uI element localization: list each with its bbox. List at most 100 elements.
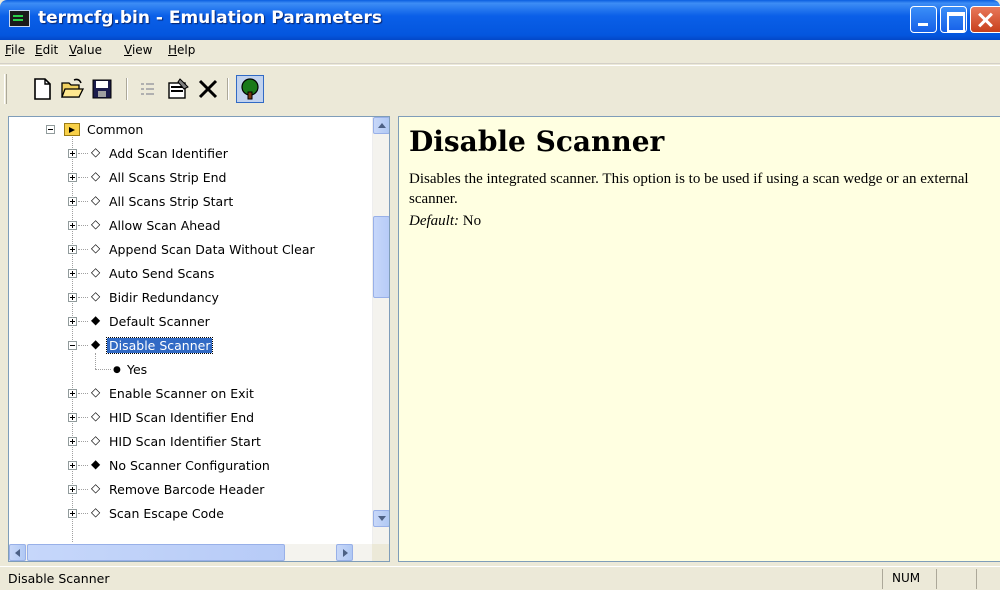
tree-connector (78, 513, 88, 514)
expand-icon[interactable] (68, 269, 77, 278)
tree-connector (95, 353, 96, 369)
tree-label: Auto Send Scans (109, 266, 215, 281)
expand-icon[interactable] (68, 509, 77, 518)
tree-connector (78, 225, 88, 226)
pane-splitter[interactable] (390, 116, 398, 562)
menu-file-rest: ile (11, 43, 26, 57)
tree-label: Enable Scanner on Exit (109, 386, 254, 401)
tree-label-selected: Disable Scanner (105, 337, 214, 354)
menu-edit-rest: dit (42, 43, 59, 57)
scroll-up-button[interactable] (373, 117, 389, 134)
window-title: termcfg.bin - Emulation Parameters (38, 8, 382, 28)
expand-icon[interactable] (68, 293, 77, 302)
tree-connector (78, 441, 88, 442)
hollow-diamond-icon: ◇ (91, 433, 101, 447)
properties-icon[interactable] (166, 77, 190, 101)
menu-view[interactable]: View (124, 43, 152, 57)
menu-bar: File Edit Value View Help (0, 40, 1000, 64)
expand-icon[interactable] (68, 197, 77, 206)
list-icon[interactable] (136, 77, 160, 101)
menu-edit[interactable]: Edit (35, 43, 58, 57)
tree-label: HID Scan Identifier Start (109, 434, 261, 449)
expand-icon[interactable] (68, 485, 77, 494)
collapse-icon[interactable] (46, 125, 55, 134)
tree-connector (95, 369, 111, 370)
expand-icon[interactable] (68, 149, 77, 158)
filled-diamond-icon: ◆ (91, 313, 101, 327)
tree-label: Common (87, 122, 144, 137)
tree-connector (78, 297, 88, 298)
tree-connector (78, 393, 88, 394)
expand-icon[interactable] (68, 221, 77, 230)
terminal-app-icon[interactable] (9, 10, 30, 27)
scroll-right-button[interactable] (336, 544, 353, 561)
tree-label: Remove Barcode Header (109, 482, 265, 497)
status-panel-divider (882, 569, 883, 589)
status-text: Disable Scanner (8, 571, 110, 586)
new-file-icon[interactable] (30, 77, 54, 101)
tree-connector (78, 417, 88, 418)
collapse-icon[interactable] (68, 341, 77, 350)
menu-value[interactable]: Value (69, 43, 102, 57)
tree-label: Append Scan Data Without Clear (109, 242, 315, 257)
toolbar-separator (126, 78, 128, 100)
tree-view-icon[interactable] (236, 75, 264, 103)
filled-diamond-icon: ◆ (91, 457, 101, 471)
menu-view-accel: V (124, 43, 132, 57)
tree-connector (78, 321, 88, 322)
expand-icon[interactable] (68, 245, 77, 254)
tree-label: All Scans Strip Start (109, 194, 234, 209)
menu-help[interactable]: Help (168, 43, 195, 57)
hollow-diamond-icon: ◇ (91, 289, 101, 303)
tree-child-label: Yes (127, 362, 148, 377)
scroll-left-button[interactable] (9, 544, 26, 561)
expand-icon[interactable] (68, 413, 77, 422)
delete-icon[interactable] (196, 77, 220, 101)
status-panel-divider-3 (976, 569, 977, 589)
hollow-diamond-icon: ◇ (91, 481, 101, 495)
tree-connector (78, 201, 88, 202)
save-icon[interactable] (90, 77, 114, 101)
hollow-diamond-icon: ◇ (91, 505, 101, 519)
tree-vertical-scrollbar[interactable] (372, 117, 389, 545)
expand-icon[interactable] (68, 437, 77, 446)
tree-label: Default Scanner (109, 314, 210, 329)
help-title: Disable Scanner (409, 125, 665, 158)
maximize-button[interactable] (940, 6, 967, 33)
tree-label: No Scanner Configuration (109, 458, 270, 473)
scroll-down-button[interactable] (373, 510, 389, 527)
status-num-indicator: NUM (892, 571, 921, 585)
tree-horizontal-scrollbar[interactable] (9, 544, 373, 561)
hollow-diamond-icon: ◇ (91, 385, 101, 399)
menu-help-rest: elp (177, 43, 196, 57)
minimize-button[interactable] (910, 6, 937, 33)
tree-label: Add Scan Identifier (109, 146, 228, 161)
hollow-diamond-icon: ◇ (91, 169, 101, 183)
help-default: Default: No (409, 213, 481, 230)
tree-connector (78, 465, 88, 466)
scroll-thumb[interactable] (373, 216, 389, 298)
filled-diamond-icon: ◆ (91, 337, 101, 351)
title-bar[interactable]: termcfg.bin - Emulation Parameters (0, 0, 1000, 40)
expand-icon[interactable] (68, 317, 77, 326)
expand-icon[interactable] (68, 173, 77, 182)
hollow-diamond-icon: ◇ (91, 145, 101, 159)
application-window: termcfg.bin - Emulation Parameters File … (0, 0, 1000, 590)
open-folder-icon[interactable] (60, 77, 85, 101)
expand-icon[interactable] (68, 461, 77, 470)
folder-icon (64, 123, 80, 136)
status-panel-divider-2 (936, 569, 937, 589)
horizontal-scroll-thumb[interactable] (27, 544, 285, 561)
tree-label: Bidir Redundancy (109, 290, 219, 305)
menu-value-rest: alue (76, 43, 102, 57)
close-button[interactable] (970, 6, 1000, 33)
hollow-diamond-icon: ◇ (91, 217, 101, 231)
tree-pane[interactable]: Common ◇ Add Scan Identifier ◇ All Scans St… (8, 116, 390, 562)
menu-file[interactable]: File (5, 43, 25, 57)
bullet-icon: ● (113, 365, 121, 375)
expand-icon[interactable] (68, 389, 77, 398)
toolbar-grip[interactable] (4, 74, 7, 104)
tree-label: HID Scan Identifier End (109, 410, 255, 425)
tree-connector (78, 153, 88, 154)
menu-help-accel: H (168, 43, 178, 57)
